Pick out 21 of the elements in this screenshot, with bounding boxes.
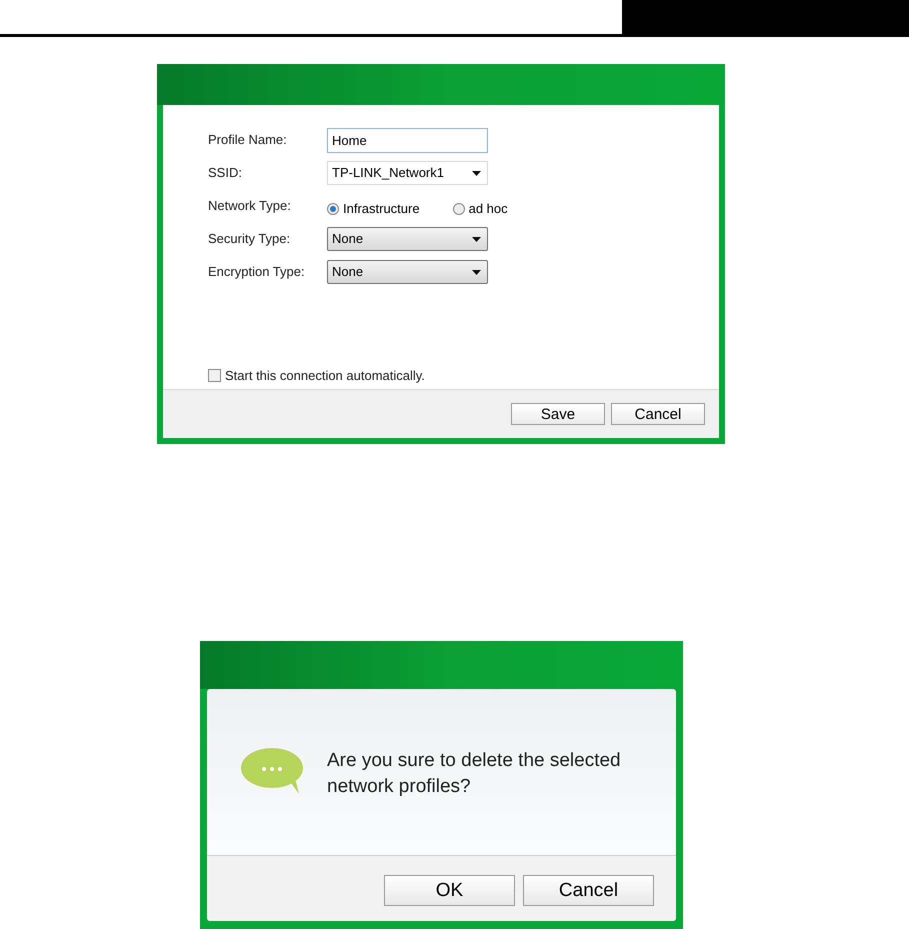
dialog-button[interactable]: Save: [511, 403, 605, 425]
dropdown[interactable]: TP-LINK_Network1: [327, 161, 488, 185]
field-label: Security Type:: [208, 230, 292, 248]
dropdown[interactable]: None: [327, 260, 488, 284]
dropdown-arrow-icon: [472, 236, 481, 242]
field-label: Network Type:: [208, 197, 292, 216]
field-label: Profile Name:: [208, 131, 288, 150]
dropdown[interactable]: None: [327, 227, 488, 251]
dropdown-arrow-icon: [472, 270, 481, 274]
field-label: Encryption Type:: [208, 263, 306, 282]
profile-name-field[interactable]: Home: [327, 128, 488, 152]
dialog-button[interactable]: Cancel: [611, 403, 705, 425]
radio-option[interactable]: Infrastructure: [327, 199, 420, 219]
dialog-button[interactable]: Cancel: [523, 875, 654, 906]
auto-connect-checkbox[interactable]: Start this connection automatically.: [208, 366, 425, 385]
speech-bubble-icon: [241, 748, 305, 796]
dropdown-arrow-icon: [472, 170, 481, 176]
field-label: SSID:: [208, 164, 243, 182]
radio-option[interactable]: ad hoc: [452, 199, 508, 219]
dialog-button[interactable]: OK: [384, 875, 515, 906]
confirm-message: Are you sure to delete the selected network profiles?: [327, 749, 622, 799]
